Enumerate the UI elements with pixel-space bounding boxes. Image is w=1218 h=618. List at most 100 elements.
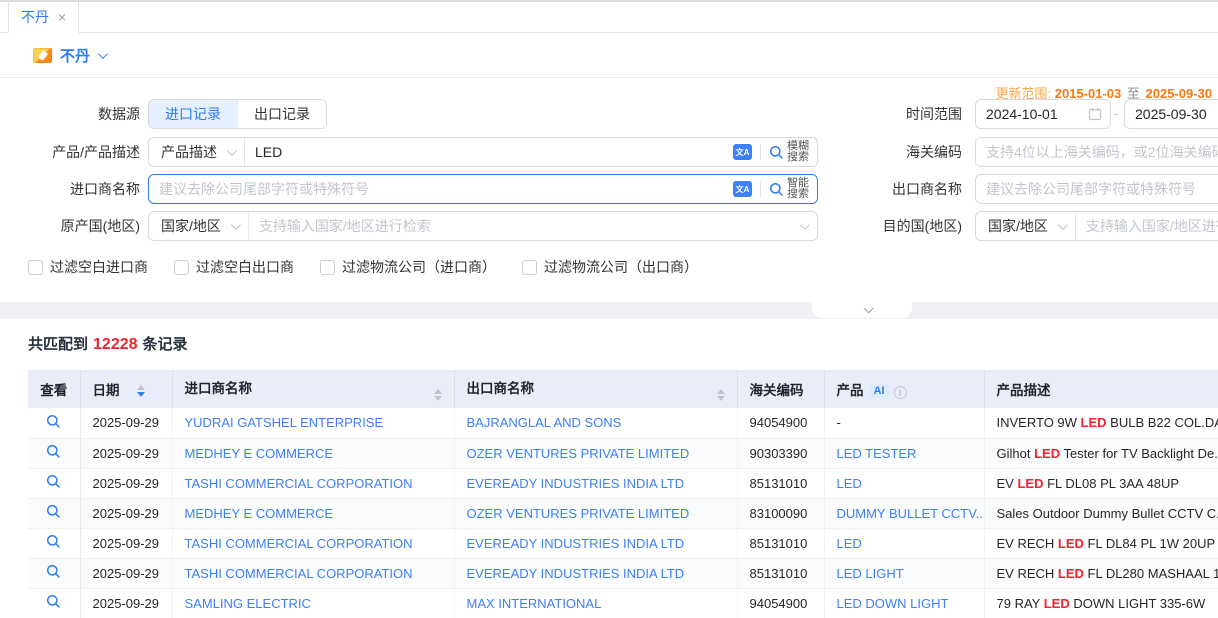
match-count: 12228 xyxy=(88,336,143,353)
importer-cell: MEDHEY E COMMERCE xyxy=(172,498,454,528)
product-label: 产品/产品描述 xyxy=(0,137,140,167)
customs-code-label: 海关编码 xyxy=(860,137,962,167)
importer-link[interactable]: MEDHEY E COMMERCE xyxy=(185,446,334,461)
tab-import-records[interactable]: 进口记录 xyxy=(149,100,237,128)
checkbox-icon[interactable] xyxy=(174,260,189,275)
exporter-link[interactable]: EVEREADY INDUSTRIES INDIA LTD xyxy=(467,536,685,551)
product-link[interactable]: LED xyxy=(837,476,862,491)
translate-icon[interactable]: 文A xyxy=(733,181,752,197)
view-record-button[interactable] xyxy=(46,417,61,432)
sort-asc-icon[interactable] xyxy=(137,385,145,390)
importer-link[interactable]: MEDHEY E COMMERCE xyxy=(185,506,334,521)
hs-code-cell: 90303390 xyxy=(737,438,824,468)
exporter-link[interactable]: EVEREADY INDUSTRIES INDIA LTD xyxy=(467,566,685,581)
view-record-button[interactable] xyxy=(46,567,61,582)
sort-icons[interactable] xyxy=(434,389,442,401)
exporter-link[interactable]: MAX INTERNATIONAL xyxy=(467,596,602,611)
origin-type-select[interactable]: 国家/地区 xyxy=(149,212,249,240)
product-cell: DUMMY BULLET CCTV... xyxy=(824,498,984,528)
importer-link[interactable]: YUDRAI GATSHEL ENTERPRISE xyxy=(185,415,384,430)
product-link[interactable]: LED LIGHT xyxy=(837,566,904,581)
header-hs-code: 海关编码 xyxy=(737,370,824,408)
product-type-select[interactable]: 产品描述 xyxy=(149,138,245,166)
product-desc-cell: INVERTO 9W LED BULB B22 COL.DA ... xyxy=(984,408,1218,438)
info-icon[interactable]: i xyxy=(894,386,907,399)
header-exporter[interactable]: 出口商名称 xyxy=(454,370,737,408)
sort-icons[interactable] xyxy=(137,385,145,397)
ai-badge: AI xyxy=(870,384,889,398)
smart-search-button[interactable]: 智能 搜索 xyxy=(769,178,817,200)
checkbox-icon[interactable] xyxy=(522,260,537,275)
header-importer[interactable]: 进口商名称 xyxy=(172,370,454,408)
table-row: 2025-09-29SAMLING ELECTRICMAX INTERNATIO… xyxy=(28,588,1218,618)
exporter-link[interactable]: BAJRANGLAL AND SONS xyxy=(467,415,622,430)
magnifier-icon xyxy=(46,444,61,459)
desc-text: EV RECH xyxy=(997,536,1058,551)
table-row: 2025-09-29MEDHEY E COMMERCEOZER VENTURES… xyxy=(28,498,1218,528)
checkbox-filter-logistics-exporter[interactable]: 过滤物流公司（出口商） xyxy=(522,257,698,277)
product-link[interactable]: LED DOWN LIGHT xyxy=(837,596,949,611)
view-record-button[interactable] xyxy=(46,597,61,612)
view-record-button[interactable] xyxy=(46,447,61,462)
importer-cell: TASHI COMMERCIAL CORPORATION xyxy=(172,558,454,588)
desc-highlight: LED xyxy=(1017,476,1043,491)
product-link[interactable]: LED TESTER xyxy=(837,446,917,461)
checkbox-filter-blank-exporter[interactable]: 过滤空白出口商 xyxy=(174,257,294,277)
product-link[interactable]: DUMMY BULLET CCTV... xyxy=(837,506,985,521)
importer-link[interactable]: TASHI COMMERCIAL CORPORATION xyxy=(185,566,413,581)
sort-asc-icon[interactable] xyxy=(434,389,442,394)
view-cell xyxy=(28,438,80,468)
importer-link[interactable]: TASHI COMMERCIAL CORPORATION xyxy=(185,536,413,551)
exporter-label: 出口商名称 xyxy=(860,174,962,204)
checkbox-filter-blank-importer[interactable]: 过滤空白进口商 xyxy=(28,257,148,277)
sort-asc-icon[interactable] xyxy=(717,389,725,394)
product-search-input[interactable] xyxy=(245,138,733,166)
results-summary: 共匹配到12228条记录 xyxy=(28,333,188,354)
customs-code-input-wrap xyxy=(975,137,1218,167)
date-cell: 2025-09-29 xyxy=(80,528,172,558)
tab-bhutan[interactable]: 不丹 × xyxy=(8,2,79,33)
sort-desc-icon[interactable] xyxy=(137,392,145,397)
view-record-button[interactable] xyxy=(46,507,61,522)
exporter-link[interactable]: OZER VENTURES PRIVATE LIMITED xyxy=(467,446,690,461)
close-icon[interactable]: × xyxy=(58,10,66,24)
destination-input[interactable] xyxy=(1076,212,1218,240)
desc-text: Gilhot xyxy=(997,446,1035,461)
product-cell: LED xyxy=(824,528,984,558)
results-table-wrap: 查看 日期 进口商名称 xyxy=(28,370,1218,618)
view-record-button[interactable] xyxy=(46,477,61,492)
checkbox-icon[interactable] xyxy=(320,260,335,275)
translate-icon[interactable]: 文A xyxy=(733,144,752,160)
header-date[interactable]: 日期 xyxy=(80,370,172,408)
importer-link[interactable]: SAMLING ELECTRIC xyxy=(185,596,311,611)
importer-cell: TASHI COMMERCIAL CORPORATION xyxy=(172,528,454,558)
fuzzy-search-button[interactable]: 模糊 搜索 xyxy=(769,141,817,163)
checkbox-icon[interactable] xyxy=(28,260,43,275)
date-end-input[interactable] xyxy=(1125,100,1218,128)
product-cell: LED DOWN LIGHT xyxy=(824,588,984,618)
origin-country-input[interactable] xyxy=(249,212,792,240)
results-table: 查看 日期 进口商名称 xyxy=(28,370,1218,618)
customs-code-input[interactable] xyxy=(976,138,1218,166)
date-start-input[interactable] xyxy=(976,100,1088,128)
exporter-link[interactable]: OZER VENTURES PRIVATE LIMITED xyxy=(467,506,690,521)
product-link[interactable]: LED xyxy=(837,536,862,551)
desc-highlight: LED xyxy=(1044,596,1070,611)
collapse-filters-button[interactable] xyxy=(812,302,912,318)
exporter-name-input[interactable] xyxy=(976,175,1218,203)
importer-link[interactable]: TASHI COMMERCIAL CORPORATION xyxy=(185,476,413,491)
view-record-button[interactable] xyxy=(46,537,61,552)
exporter-link[interactable]: EVEREADY INDUSTRIES INDIA LTD xyxy=(467,476,685,491)
chevron-down-icon[interactable] xyxy=(98,49,108,59)
sort-icons[interactable] xyxy=(717,389,725,401)
tab-export-records[interactable]: 出口记录 xyxy=(237,100,326,128)
desc-highlight: LED xyxy=(1081,415,1107,430)
sort-desc-icon[interactable] xyxy=(717,396,725,401)
exporter-cell: MAX INTERNATIONAL xyxy=(454,588,737,618)
destination-type-select[interactable]: 国家/地区 xyxy=(976,212,1076,240)
country-title[interactable]: 不丹 xyxy=(60,45,90,66)
importer-name-input[interactable] xyxy=(149,175,733,203)
checkbox-filter-logistics-importer[interactable]: 过滤物流公司（进口商） xyxy=(320,257,496,277)
sort-desc-icon[interactable] xyxy=(434,396,442,401)
magnifier-icon xyxy=(46,414,61,429)
